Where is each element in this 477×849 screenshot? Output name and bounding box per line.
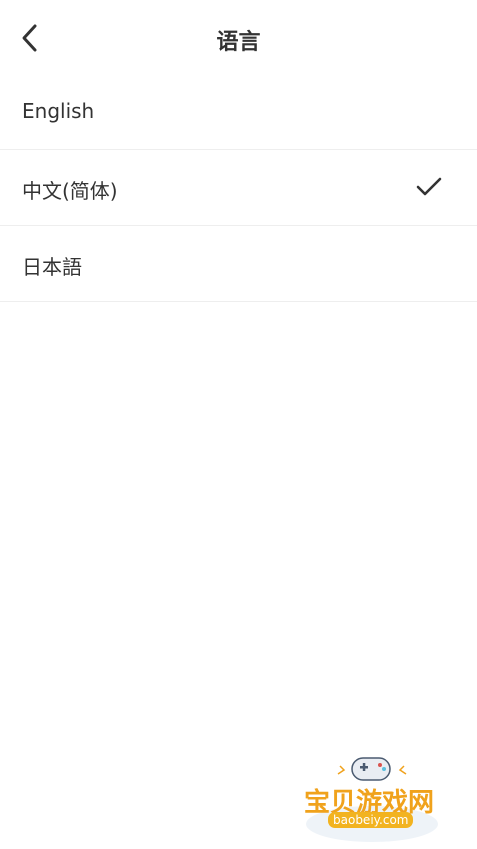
- checkmark-icon: [416, 177, 442, 196]
- language-label: English: [22, 99, 95, 123]
- page-title: 语言: [216, 30, 261, 55]
- header-bar: 语言: [0, 0, 477, 76]
- watermark-logo: 宝贝游戏网 baobeiy.com: [300, 752, 450, 844]
- language-label: 日本語: [22, 255, 82, 279]
- language-option-english[interactable]: English: [0, 74, 477, 150]
- language-option-japanese[interactable]: 日本語: [0, 226, 477, 302]
- language-option-chinese-simplified[interactable]: 中文(简体): [0, 150, 477, 226]
- language-list: English 中文(简体) 日本語: [0, 74, 477, 302]
- watermark-url: baobeiy.com: [328, 812, 414, 828]
- language-label: 中文(简体): [22, 179, 118, 203]
